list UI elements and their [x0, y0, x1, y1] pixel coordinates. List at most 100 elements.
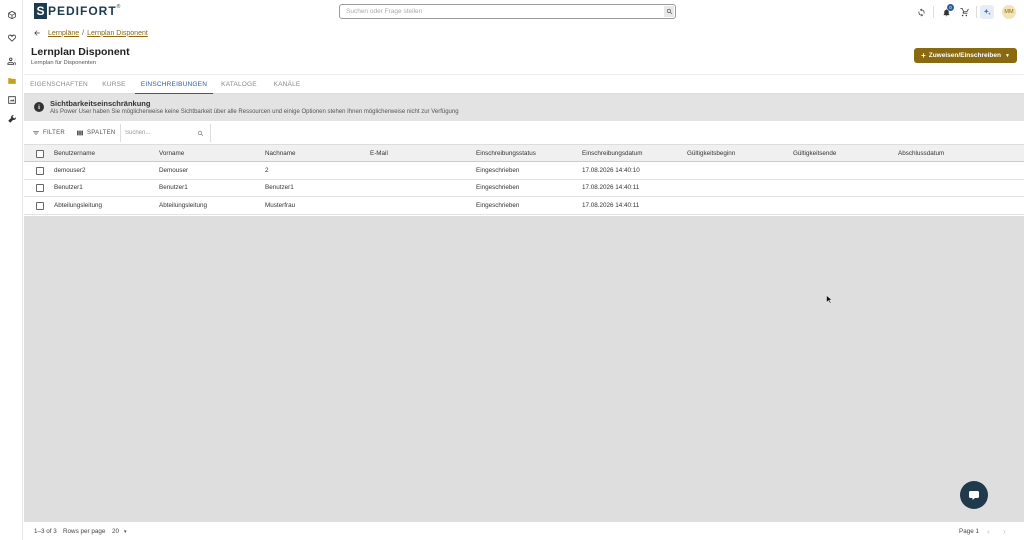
rows-per-page-label: Rows per page	[63, 528, 106, 535]
page-subtitle: Lernplan für Disponenten	[31, 60, 97, 66]
users-icon	[6, 57, 16, 65]
notice-text: Als Power User haben Sie möglicherweise …	[50, 109, 459, 115]
column-header-enrollment-date[interactable]: Einschreibungsdatum	[582, 145, 643, 161]
column-header-valid-until[interactable]: Gültigkeitsende	[793, 145, 836, 161]
grid-search-input[interactable]	[125, 130, 191, 136]
table-row[interactable]: Abteilungsleitung Abteilungsleitung Must…	[24, 197, 1024, 215]
filter-icon	[33, 131, 39, 135]
cell-enrollment-status: Eingeschrieben	[476, 201, 520, 209]
filter-button[interactable]: FILTER	[32, 127, 65, 139]
cell-lastname: 2	[265, 166, 269, 174]
global-search-input[interactable]	[346, 8, 646, 15]
cart-button[interactable]	[955, 3, 973, 21]
wrench-icon	[7, 115, 16, 123]
table-row[interactable]: Benutzer1 Benutzer1 Benutzer1 Eingeschri…	[24, 179, 1024, 197]
tab-channels[interactable]: KANÄLE	[270, 75, 304, 94]
brand-logo[interactable]: S PEDIFORT ®	[34, 3, 120, 19]
empty-grid-area	[24, 216, 1024, 521]
plus-icon: +	[921, 51, 926, 60]
notifications-button[interactable]: 0	[937, 3, 955, 21]
image-report-icon	[7, 96, 16, 104]
cell-enrollment-date: 17.08.2026 14:40:11	[582, 184, 640, 192]
prev-page-button[interactable]: ‹	[987, 522, 990, 540]
assign-enroll-label: Zuweisen/Einschreiben	[928, 52, 1001, 59]
notice-title: Sichtbarkeitseinschränkung	[50, 99, 151, 108]
user-avatar[interactable]: MM	[1002, 5, 1016, 19]
row-checkbox[interactable]	[36, 184, 44, 192]
cell-lastname: Benutzer1	[265, 184, 294, 192]
refresh-icon	[918, 7, 924, 17]
breadcrumb-link-learning-plans[interactable]: Lernpläne	[48, 30, 79, 37]
tab-catalogs[interactable]: KATALOGE	[218, 75, 260, 94]
cell-enrollment-status: Eingeschrieben	[476, 184, 520, 192]
visibility-notice: i Sichtbarkeitseinschränkung Als Power U…	[24, 94, 1024, 121]
row-checkbox[interactable]	[36, 201, 44, 210]
assign-enroll-button[interactable]: + Zuweisen/Einschreiben ▼	[914, 48, 1017, 63]
cell-lastname: Musterfrau	[265, 201, 296, 209]
sync-button[interactable]	[912, 3, 930, 21]
rail-item-tools[interactable]	[0, 110, 23, 128]
info-icon: i	[34, 102, 44, 112]
logo-registered: ®	[116, 4, 121, 10]
global-search-button[interactable]	[664, 6, 674, 17]
cell-username: Abteilungsleitung	[54, 201, 102, 209]
enrollments-table: Benutzername Vorname Nachname E-Mail Ein…	[24, 145, 1024, 215]
page-indicator: Page 1	[959, 528, 979, 535]
column-header-enrollment-status[interactable]: Einschreibungsstatus	[476, 145, 536, 161]
logo-mark: S	[34, 3, 47, 19]
rail-item-users[interactable]	[0, 52, 23, 70]
page-title: Lernplan Disponent	[31, 46, 130, 58]
row-checkbox[interactable]	[36, 166, 44, 175]
cell-firstname: Benutzer1	[159, 184, 188, 192]
global-search	[339, 4, 676, 19]
tab-enrollments[interactable]: EINSCHREIBUNGEN	[135, 75, 213, 94]
back-arrow-icon[interactable]	[33, 29, 41, 37]
rows-per-page-select[interactable]: 20 ▼	[106, 522, 127, 540]
tab-properties[interactable]: EIGENSCHAFTEN	[24, 75, 94, 94]
cell-enrollment-date: 17.08.2026 14:40:10	[582, 166, 640, 174]
caret-down-icon: ▼	[1004, 52, 1010, 59]
search-icon[interactable]	[197, 130, 204, 137]
chat-bubble-icon	[969, 491, 979, 500]
sparkle-icon	[983, 8, 991, 15]
tab-bar: EIGENSCHAFTEN KURSE EINSCHREIBUNGEN KATA…	[24, 74, 1024, 94]
cart-icon	[959, 7, 969, 16]
rail-item-learning-plans[interactable]	[0, 72, 23, 90]
mouse-pointer-icon	[826, 295, 832, 304]
header-actions: 0 MM	[912, 0, 1024, 24]
column-header-lastname[interactable]: Nachname	[265, 145, 295, 161]
rail-item-favorites[interactable]	[0, 29, 23, 47]
header-divider	[933, 6, 934, 18]
cell-enrollment-status: Eingeschrieben	[476, 166, 520, 174]
cell-username: demouser2	[54, 166, 86, 174]
next-page-button[interactable]: ›	[1003, 522, 1006, 540]
chat-button[interactable]	[960, 481, 988, 509]
columns-icon	[77, 130, 83, 136]
breadcrumb-separator: /	[82, 29, 85, 37]
select-all-checkbox[interactable]	[36, 149, 44, 158]
columns-label: SPALTEN	[87, 130, 116, 136]
breadcrumb-link-current[interactable]: Lernplan Disponent	[87, 30, 148, 37]
filter-label: FILTER	[43, 130, 66, 136]
table-row[interactable]: demouser2 Demouser 2 Eingeschrieben 17.0…	[24, 162, 1024, 180]
cube-icon	[7, 10, 16, 20]
pagination-range: 1–3 of 3	[34, 528, 57, 535]
cell-enrollment-date: 17.08.2026 14:40:11	[582, 201, 640, 209]
rows-per-page-value: 20	[112, 528, 120, 535]
rail-item-reports[interactable]	[0, 91, 23, 109]
columns-button[interactable]: SPALTEN	[76, 127, 116, 139]
column-header-email[interactable]: E-Mail	[370, 145, 388, 161]
breadcrumb: Lernpläne / Lernplan Disponent	[33, 28, 148, 38]
column-header-firstname[interactable]: Vorname	[159, 145, 184, 161]
column-header-completion-date[interactable]: Abschlussdatum	[898, 145, 944, 161]
tab-courses[interactable]: KURSE	[96, 75, 132, 94]
column-header-valid-from[interactable]: Gültigkeitsbeginn	[687, 145, 735, 161]
column-header-username[interactable]: Benutzername	[54, 145, 95, 161]
ai-assistant-button[interactable]	[980, 5, 994, 19]
rail-item-catalog[interactable]	[0, 6, 23, 24]
heart-icon	[7, 34, 16, 42]
header-divider	[976, 6, 977, 18]
cell-username: Benutzer1	[54, 184, 83, 192]
top-header: S PEDIFORT ® 0 MM	[24, 0, 1024, 24]
left-rail	[0, 0, 23, 540]
